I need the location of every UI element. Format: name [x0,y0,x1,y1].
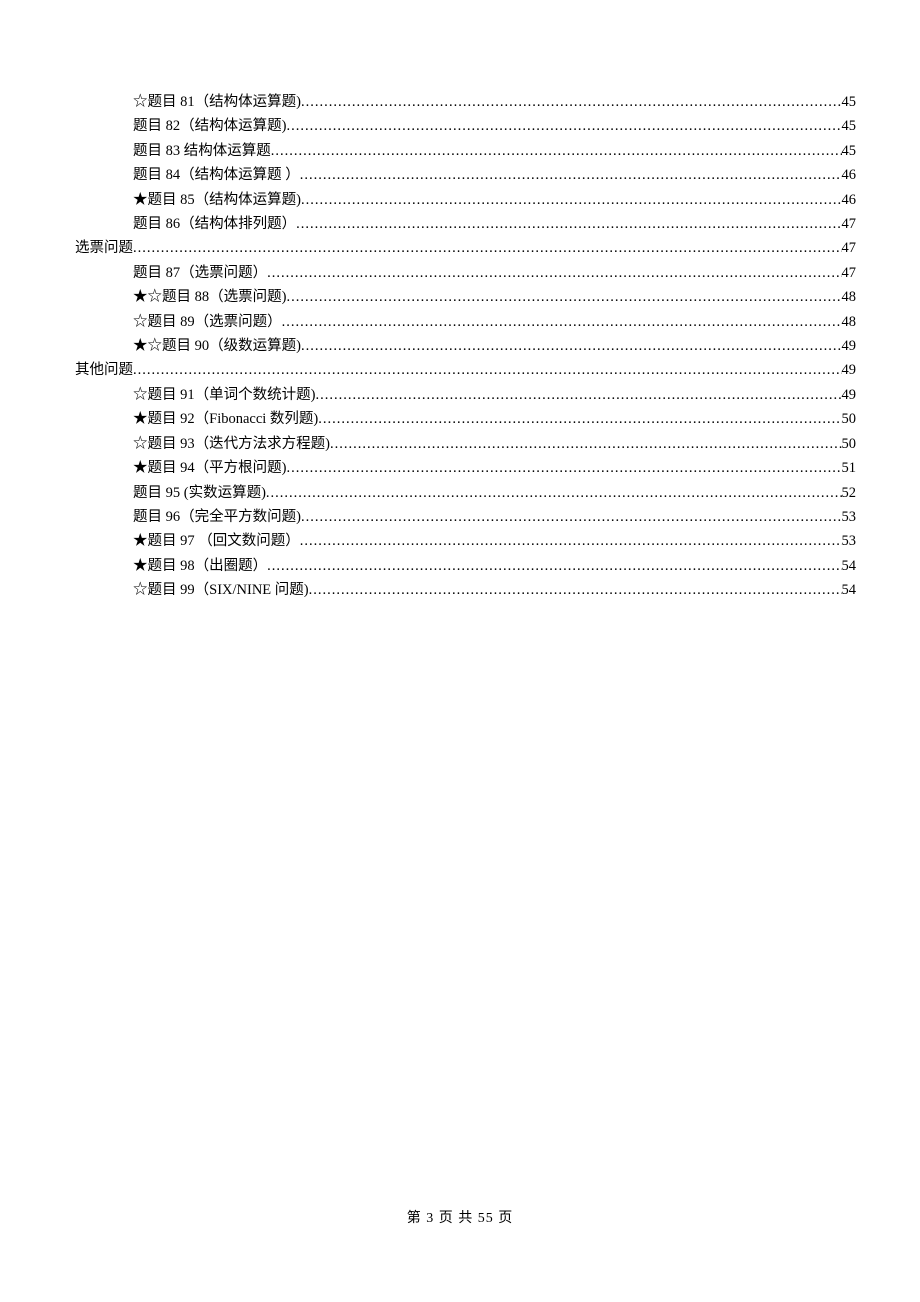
toc-entry-page: 50 [842,432,857,456]
toc-entry-page: 45 [842,114,857,138]
toc-entry-label: ★题目 92（Fibonacci 数列题) [133,407,318,431]
toc-entry: ☆题目 99（SIX/NINE 问题) 54 [75,578,856,602]
toc-entry: ☆题目 89（选票问题） 48 [75,310,856,334]
toc-entry-label: 题目 96（完全平方数问题) [133,505,301,529]
toc-leader-dots [282,310,842,334]
toc-entry-label: ★☆题目 88（选票问题) [133,285,286,309]
toc-entry-page: 48 [842,285,857,309]
toc-entry: 其他问题 49 [75,358,856,382]
toc-leader-dots [300,529,842,553]
toc-leader-dots [318,407,841,431]
toc-entry: ☆题目 91（单词个数统计题) 49 [75,383,856,407]
toc-entry: ☆题目 81（结构体运算题) 45 [75,90,856,114]
toc-entry-page: 45 [842,139,857,163]
toc-entry: ★题目 97 （回文数问题） 53 [75,529,856,553]
toc-entry: ★☆题目 90（级数运算题) 49 [75,334,856,358]
toc-leader-dots [286,456,841,480]
toc-entry-page: 52 [842,481,857,505]
toc-entry-label: 题目 82（结构体运算题) [133,114,286,138]
toc-entry-label: ☆题目 91（单词个数统计题) [133,383,315,407]
toc-entry-label: 选票问题 [75,236,133,260]
toc-leader-dots [286,285,841,309]
toc-entry-page: 47 [842,212,857,236]
toc-entry: ★☆题目 88（选票问题) 48 [75,285,856,309]
toc-leader-dots [267,261,841,285]
toc-entry: ☆题目 93（迭代方法求方程题) 50 [75,432,856,456]
toc-entry-label: 题目 87（选票问题） [133,261,267,285]
toc-leader-dots [309,578,842,602]
toc-entry-label: ★题目 97 （回文数问题） [133,529,300,553]
toc-entry-label: 题目 84（结构体运算题 ） [133,163,300,187]
toc-entry-page: 48 [842,310,857,334]
toc-entry: 题目 86（结构体排列题） 47 [75,212,856,236]
toc-entry-label: ☆题目 93（迭代方法求方程题) [133,432,330,456]
toc-leader-dots [296,212,841,236]
toc-entry-page: 53 [842,529,857,553]
page-footer: 第 3 页 共 55 页 [0,1207,920,1227]
toc-entry: ★题目 94（平方根问题) 51 [75,456,856,480]
toc-leader-dots [301,505,842,529]
toc-entry-page: 49 [842,334,857,358]
toc-leader-dots [301,90,842,114]
toc-leader-dots [286,114,841,138]
toc-entry: ★题目 85（结构体运算题) 46 [75,188,856,212]
toc-entry-page: 50 [842,407,857,431]
toc-entry-page: 46 [842,188,857,212]
toc-entry-label: ☆题目 89（选票问题） [133,310,282,334]
toc-entry-page: 54 [842,554,857,578]
toc-entry-label: 题目 83 结构体运算题 [133,139,271,163]
toc-entry-page: 54 [842,578,857,602]
toc-container: ☆题目 81（结构体运算题)45题目 82（结构体运算题)45题目 83 结构体… [75,90,856,603]
toc-entry-label: ★题目 85（结构体运算题) [133,188,301,212]
toc-entry-label: ★☆题目 90（级数运算题) [133,334,301,358]
toc-leader-dots [301,188,842,212]
toc-entry: ★题目 92（Fibonacci 数列题) 50 [75,407,856,431]
toc-leader-dots [266,481,842,505]
toc-leader-dots [271,139,842,163]
toc-leader-dots [315,383,841,407]
toc-leader-dots [267,554,841,578]
toc-leader-dots [300,163,842,187]
toc-entry-page: 45 [842,90,857,114]
toc-entry-label: ☆题目 81（结构体运算题) [133,90,301,114]
toc-entry-page: 47 [842,261,857,285]
toc-leader-dots [330,432,842,456]
toc-entry: 题目 82（结构体运算题) 45 [75,114,856,138]
toc-entry-page: 46 [842,163,857,187]
toc-leader-dots [133,236,842,260]
toc-entry: 题目 83 结构体运算题 45 [75,139,856,163]
toc-entry-label: ☆题目 99（SIX/NINE 问题) [133,578,309,602]
toc-entry: ★题目 98（出圈题） 54 [75,554,856,578]
toc-entry: 选票问题 47 [75,236,856,260]
toc-entry-label: 题目 95 (实数运算题) [133,481,266,505]
toc-entry-page: 49 [842,358,857,382]
toc-entry: 题目 87（选票问题） 47 [75,261,856,285]
toc-entry-page: 47 [842,236,857,260]
toc-entry-page: 53 [842,505,857,529]
toc-entry: 题目 84（结构体运算题 ） 46 [75,163,856,187]
toc-entry-label: ★题目 98（出圈题） [133,554,267,578]
toc-entry-page: 49 [842,383,857,407]
toc-leader-dots [301,334,842,358]
toc-leader-dots [133,358,842,382]
toc-entry: 题目 96（完全平方数问题) 53 [75,505,856,529]
toc-entry-label: 其他问题 [75,358,133,382]
toc-entry: 题目 95 (实数运算题) 52 [75,481,856,505]
toc-entry-label: ★题目 94（平方根问题) [133,456,286,480]
toc-entry-label: 题目 86（结构体排列题） [133,212,296,236]
toc-entry-page: 51 [842,456,857,480]
